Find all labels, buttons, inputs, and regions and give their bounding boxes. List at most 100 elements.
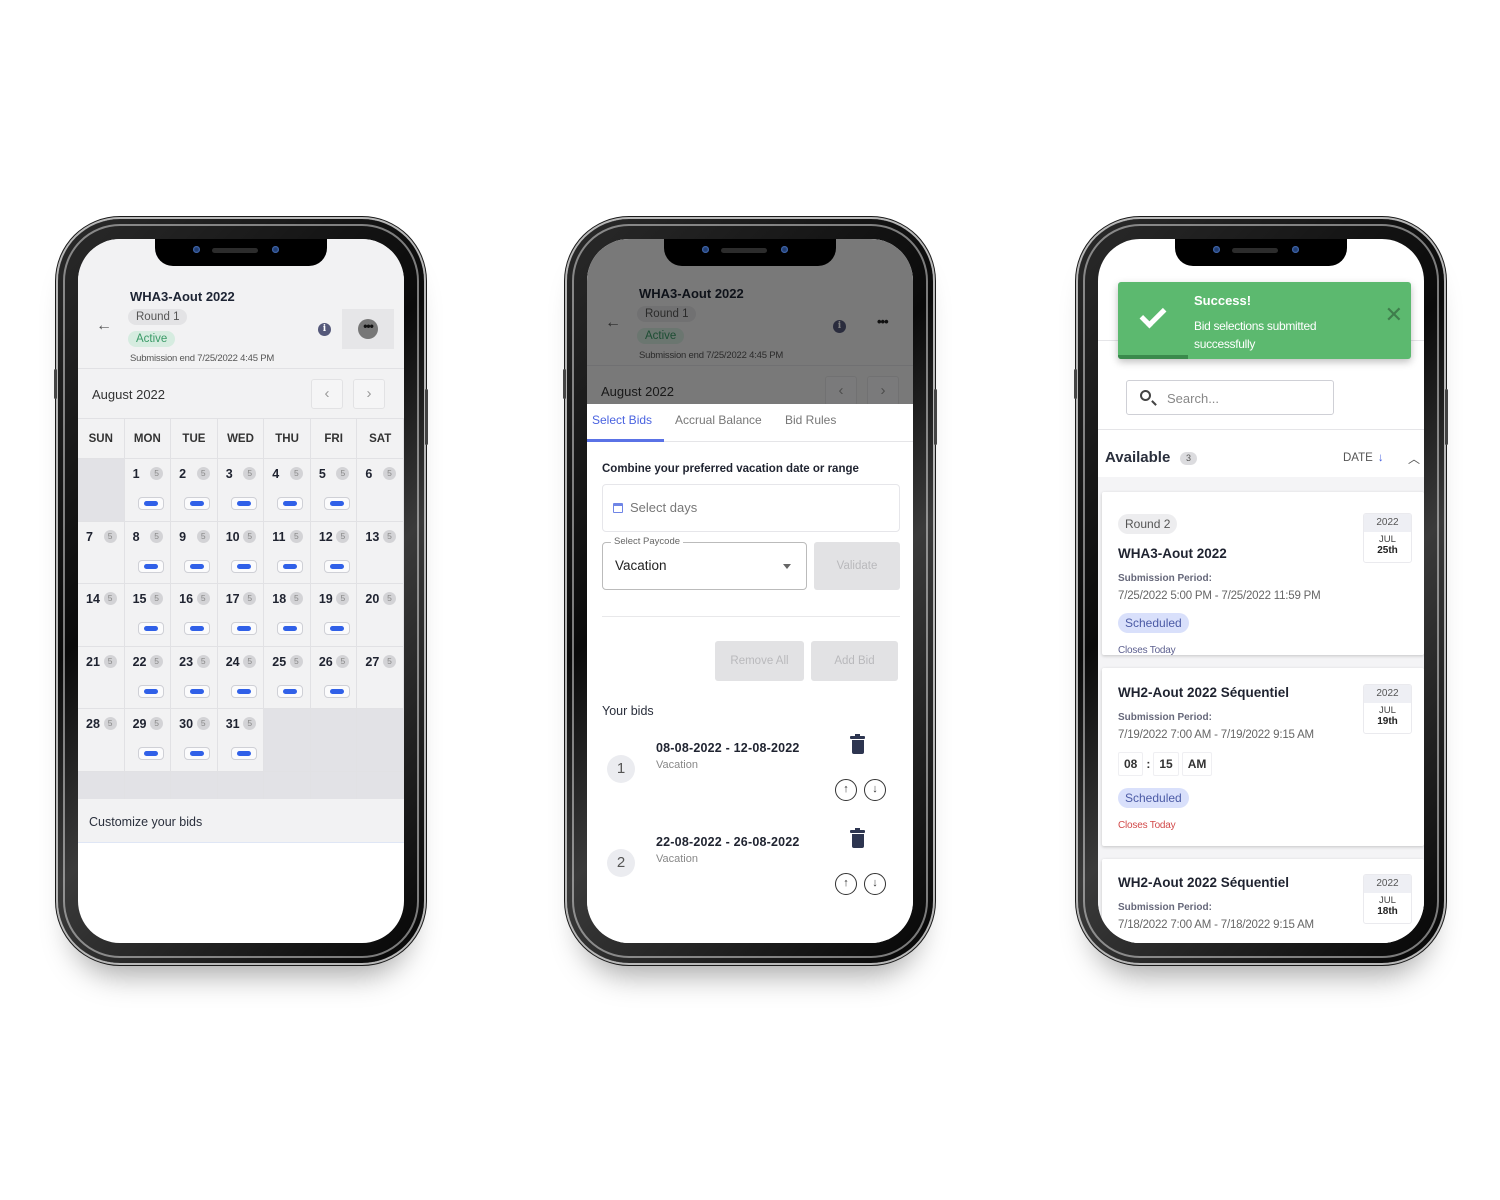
close-icon[interactable]: ✕ — [1385, 304, 1403, 326]
day-slot-count: 5 — [336, 467, 350, 480]
calendar-day[interactable]: 31 5 — [217, 709, 265, 771]
calendar-day[interactable]: 45 — [264, 459, 311, 521]
calendar-day[interactable]: 25 — [171, 459, 218, 521]
calendar-day[interactable]: 11 5 — [264, 521, 311, 583]
arrow-down-icon[interactable]: ↓ — [864, 779, 886, 801]
arrow-down-icon[interactable]: ↓ — [864, 873, 886, 895]
calendar-day[interactable]: 15 — [124, 459, 172, 521]
bid-marker[interactable] — [277, 497, 304, 510]
search-input[interactable]: Search... — [1126, 380, 1334, 415]
calendar-day[interactable]: 14 5 — [78, 584, 125, 646]
calendar-day[interactable]: 22 5 — [124, 646, 172, 708]
trash-icon[interactable] — [850, 734, 865, 754]
calendar-day[interactable]: 16 5 — [171, 584, 218, 646]
calendar-day[interactable]: 25 5 — [264, 646, 311, 708]
day-slot-count: 5 — [103, 717, 117, 730]
customize-bids-button[interactable]: Customize your bids — [78, 799, 404, 843]
calendar-day-empty — [171, 771, 218, 799]
bid-marker[interactable] — [323, 684, 350, 698]
calendar-day[interactable]: 12 5 — [310, 521, 358, 583]
bid-marker[interactable] — [277, 622, 304, 635]
calendar-day[interactable]: 18 5 — [264, 584, 311, 646]
calendar-day[interactable]: 85 — [124, 521, 172, 583]
calendar-day[interactable]: 55 — [310, 459, 358, 521]
bid-marker[interactable] — [137, 622, 164, 635]
chevron-up-icon[interactable]: ︿ — [1408, 450, 1420, 467]
bid-marker[interactable] — [137, 747, 164, 760]
calendar-day[interactable]: 13 5 — [357, 521, 404, 583]
bid-marker[interactable] — [184, 559, 211, 573]
bid-marker[interactable] — [230, 622, 257, 635]
phone-side-button — [54, 369, 57, 399]
remove-all-button[interactable]: Remove All — [715, 641, 804, 681]
trash-icon[interactable] — [850, 828, 865, 848]
calendar-day[interactable]: 10 5 — [217, 521, 265, 583]
calendar-day[interactable]: 24 5 — [217, 646, 265, 708]
submission-period-label: Submission Period: — [1118, 573, 1212, 584]
calendar-day[interactable]: 20 5 — [357, 584, 404, 646]
calendar-day[interactable]: 35 — [217, 459, 265, 521]
day-number: 18 — [272, 592, 287, 606]
tab-bid-rules[interactable]: Bid Rules — [785, 413, 836, 427]
bid-card[interactable]: WH2-Aout 2022 Séquentiel Submission Peri… — [1102, 859, 1424, 943]
time-ampm[interactable]: AM — [1181, 752, 1213, 776]
bid-marker[interactable] — [277, 684, 304, 698]
tab-accrual-balance[interactable]: Accrual Balance — [675, 413, 762, 427]
calendar-day[interactable]: 29 5 — [124, 709, 172, 771]
add-bid-button[interactable]: Add Bid — [811, 641, 898, 681]
day-slot-count: 5 — [336, 529, 350, 543]
calendar-day[interactable]: 19 5 — [310, 584, 358, 646]
bid-marker[interactable] — [323, 622, 350, 635]
available-heading: Available — [1105, 449, 1171, 466]
bid-marker[interactable] — [184, 622, 211, 635]
submission-period: 7/19/2022 7:00 AM - 7/19/2022 9:15 AM — [1118, 729, 1314, 741]
bid-marker[interactable] — [184, 747, 211, 760]
prev-month-button[interactable]: ‹ — [311, 379, 343, 409]
validate-button[interactable]: Validate — [814, 542, 900, 590]
calendar-day[interactable]: 65 — [357, 459, 404, 521]
info-icon[interactable]: i — [318, 323, 331, 336]
bid-marker[interactable] — [184, 497, 211, 510]
bid-marker[interactable] — [184, 684, 211, 698]
sort-by-date-button[interactable]: DATE ↓ — [1343, 452, 1384, 464]
next-month-button[interactable]: › — [353, 379, 385, 409]
arrow-up-icon[interactable]: ↑ — [835, 779, 857, 801]
calendar-day[interactable]: 28 5 — [78, 709, 125, 771]
bid-card-title: WH2-Aout 2022 Séquentiel — [1118, 685, 1290, 700]
bid-marker[interactable] — [323, 559, 350, 573]
calendar-day[interactable]: 75 — [78, 521, 125, 583]
arrow-left-icon[interactable]: ← — [96, 317, 112, 335]
calendar-day[interactable]: 15 5 — [124, 584, 172, 646]
calendar-day[interactable]: 30 5 — [171, 709, 218, 771]
calendar-day[interactable]: 26 5 — [310, 646, 358, 708]
calendar-day-empty — [310, 771, 358, 799]
bid-marker[interactable] — [137, 497, 164, 510]
calendar-day[interactable]: 21 5 — [78, 646, 125, 708]
calendar-day[interactable]: 27 5 — [357, 646, 404, 708]
calendar-day[interactable]: 17 5 — [217, 584, 265, 646]
more-button[interactable]: ••• — [342, 309, 394, 349]
bid-marker[interactable] — [230, 497, 257, 510]
day-slot-count: 5 — [150, 592, 164, 605]
time-picker[interactable]: 08 : 15 AM — [1118, 752, 1213, 776]
calendar-day[interactable]: 23 5 — [171, 646, 218, 708]
time-hour[interactable]: 08 — [1118, 752, 1144, 776]
bid-marker[interactable] — [230, 747, 257, 760]
status-badge: Scheduled — [1118, 788, 1189, 808]
select-days-input[interactable]: Select days — [602, 484, 900, 532]
bid-marker[interactable] — [230, 684, 257, 698]
bid-marker[interactable] — [323, 497, 350, 510]
bid-marker[interactable] — [137, 559, 164, 573]
arrow-up-icon[interactable]: ↑ — [835, 873, 857, 895]
bid-marker[interactable] — [277, 559, 304, 573]
paycode-select[interactable]: Select Paycode Vacation — [602, 536, 807, 590]
bid-marker[interactable] — [230, 559, 257, 573]
day-slot-count: 5 — [383, 592, 396, 605]
day-slot-count: 5 — [196, 467, 210, 480]
bid-card[interactable]: WH2-Aout 2022 Séquentiel Submission Peri… — [1102, 668, 1424, 846]
tab-select-bids[interactable]: Select Bids — [592, 413, 652, 427]
calendar-day[interactable]: 95 — [171, 521, 218, 583]
bid-marker[interactable] — [137, 684, 164, 698]
time-minute[interactable]: 15 — [1153, 752, 1179, 776]
bid-card[interactable]: Round 2 WHA3-Aout 2022 Submission Period… — [1102, 492, 1424, 656]
